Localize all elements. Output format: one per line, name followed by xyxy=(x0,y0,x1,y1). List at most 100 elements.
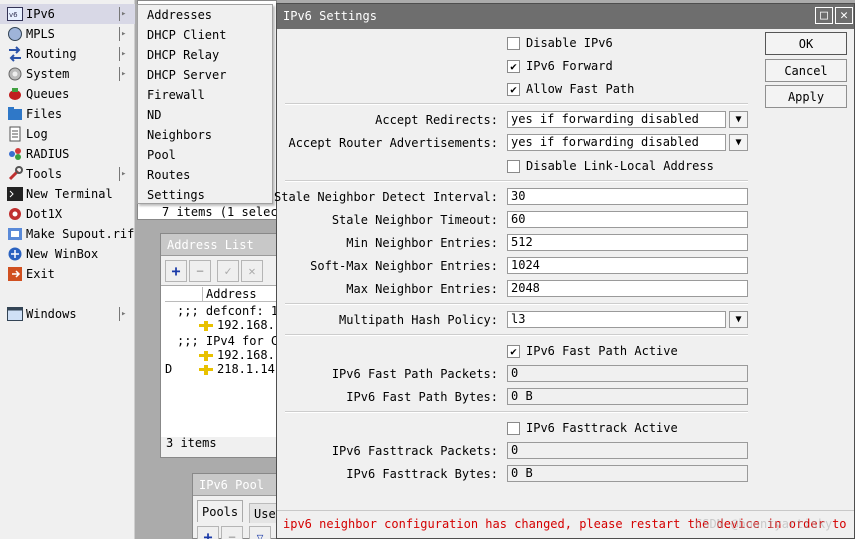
sidebar-item-new-winbox[interactable]: New WinBox xyxy=(0,244,135,264)
remove-pool-button[interactable]: − xyxy=(221,526,243,539)
ipv6-submenu: Addresses DHCP Client DHCP Relay DHCP Se… xyxy=(137,4,273,204)
submenu-item-nd[interactable]: ND xyxy=(138,105,272,125)
submenu-item-neighbors[interactable]: Neighbors xyxy=(138,125,272,145)
disable-ipv6-label: Disable IPv6 xyxy=(526,36,613,50)
submenu-item-dhcp-relay[interactable]: DHCP Relay xyxy=(138,45,272,65)
submenu-item-addresses[interactable]: Addresses xyxy=(138,5,272,25)
add-button[interactable]: + xyxy=(165,260,187,282)
disable-ipv6-checkbox[interactable]: Disable IPv6 xyxy=(507,36,613,50)
sidebar-item-label: MPLS xyxy=(26,27,55,41)
minus-icon: − xyxy=(196,264,204,278)
column-header-address: Address xyxy=(202,287,257,301)
sidebar-item-label: Queues xyxy=(26,87,70,101)
cross-icon: ✕ xyxy=(248,264,256,278)
minus-icon: − xyxy=(228,530,236,539)
restore-window-button[interactable]: □ xyxy=(815,7,833,24)
table-row[interactable]: ;;; IPv4 for C xyxy=(165,334,278,348)
fasttrack-packets-value: 0 xyxy=(507,442,748,459)
apply-button[interactable]: Apply xyxy=(765,85,847,108)
submenu-arrow-icon: ▸ xyxy=(119,307,127,321)
sidebar-item-files[interactable]: Files xyxy=(0,104,135,124)
status-divider xyxy=(277,510,854,511)
item-count-text: 7 items (1 selec xyxy=(162,205,278,219)
sidebar-item-windows[interactable]: Windows ▸ xyxy=(0,304,135,324)
sidebar-item-ipv6[interactable]: v6 IPv6 ▸ xyxy=(0,4,135,24)
dropdown-arrow-icon: ▼ xyxy=(735,313,742,325)
submenu-arrow-icon: ▸ xyxy=(119,167,127,181)
accept-redirects-label: Accept Redirects: xyxy=(375,113,498,127)
sidebar-item-new-terminal[interactable]: New Terminal xyxy=(0,184,135,204)
sidebar-item-log[interactable]: Log xyxy=(0,124,135,144)
sidebar-item-radius[interactable]: RADIUS xyxy=(0,144,135,164)
ipv6-forward-checkbox[interactable]: ✔ IPv6 Forward xyxy=(507,59,613,73)
submenu-item-pool[interactable]: Pool xyxy=(138,145,272,165)
plus-icon: + xyxy=(203,527,213,539)
sidebar-item-label: Exit xyxy=(26,267,55,281)
softmax-entries-label: Soft-Max Neighbor Entries: xyxy=(310,259,498,273)
close-icon: ✕ xyxy=(840,8,848,23)
system-gear-icon xyxy=(6,66,24,82)
submenu-item-dhcp-server[interactable]: DHCP Server xyxy=(138,65,272,85)
restore-icon: □ xyxy=(820,8,828,23)
table-row[interactable]: 192.168. xyxy=(165,348,275,362)
cancel-button[interactable]: Cancel xyxy=(765,59,847,82)
fasttrack-active-checkbox: IPv6 Fasttrack Active xyxy=(507,421,678,435)
supout-icon xyxy=(6,226,24,242)
dropdown-arrow-icon: ▼ xyxy=(735,136,742,148)
address-pin-icon xyxy=(199,350,213,361)
sidebar-item-exit[interactable]: Exit xyxy=(0,264,135,284)
sidebar-item-mpls[interactable]: MPLS ▸ xyxy=(0,24,135,44)
disable-button[interactable]: ✕ xyxy=(241,260,263,282)
close-window-button[interactable]: ✕ xyxy=(835,7,853,24)
enable-button[interactable]: ✓ xyxy=(217,260,239,282)
tab-pools[interactable]: Pools xyxy=(197,500,244,522)
fastpath-packets-value: 0 xyxy=(507,365,748,382)
checkbox-box xyxy=(507,159,520,173)
min-entries-input[interactable]: 512 xyxy=(507,234,748,251)
accept-redirects-select[interactable]: yes if forwarding disabled xyxy=(507,111,726,128)
sidebar-item-queues[interactable]: Queues xyxy=(0,84,135,104)
row-text: 218.1.14 xyxy=(217,362,275,376)
accept-ra-select[interactable]: yes if forwarding disabled xyxy=(507,134,726,151)
stale-timeout-input[interactable]: 60 xyxy=(507,211,748,228)
sidebar-item-routing[interactable]: Routing ▸ xyxy=(0,44,135,64)
submenu-item-routes[interactable]: Routes xyxy=(138,165,272,185)
checkmark-icon: ✔ xyxy=(507,59,520,73)
add-pool-button[interactable]: + xyxy=(197,526,219,539)
multipath-dropdown-button[interactable]: ▼ xyxy=(729,311,748,328)
allow-fast-path-checkbox[interactable]: ✔ Allow Fast Path xyxy=(507,82,634,96)
accept-redirects-dropdown-button[interactable]: ▼ xyxy=(729,111,748,128)
sidebar-item-label: Dot1X xyxy=(26,207,63,221)
table-row[interactable]: D 218.1.14 xyxy=(165,362,275,376)
main-menu-sidebar: v6 IPv6 ▸ MPLS ▸ Routing ▸ System ▸ Queu… xyxy=(0,0,135,539)
table-row[interactable]: 192.168. xyxy=(165,318,275,332)
accept-ra-dropdown-button[interactable]: ▼ xyxy=(729,134,748,151)
submenu-item-dhcp-client[interactable]: DHCP Client xyxy=(138,25,272,45)
ok-button[interactable]: OK xyxy=(765,32,847,55)
stale-detect-input[interactable]: 30 xyxy=(507,188,748,205)
table-row[interactable]: ;;; defconf: 1 xyxy=(165,304,278,318)
sidebar-item-label: IPv6 xyxy=(26,7,55,21)
accept-ra-label: Accept Router Advertisements: xyxy=(288,136,498,150)
multipath-label: Multipath Hash Policy: xyxy=(339,313,498,327)
svg-text:v6: v6 xyxy=(9,11,18,19)
sidebar-item-label: Tools xyxy=(26,167,63,181)
address-list-title: Address List xyxy=(161,234,276,256)
dot1x-icon xyxy=(6,206,24,222)
remove-button[interactable]: − xyxy=(189,260,211,282)
disable-link-local-checkbox[interactable]: Disable Link-Local Address xyxy=(507,159,714,173)
sidebar-item-tools[interactable]: Tools ▸ xyxy=(0,164,135,184)
sidebar-item-make-supout[interactable]: Make Supout.rif xyxy=(0,224,135,244)
sidebar-item-label: New Terminal xyxy=(26,187,113,201)
sidebar-item-dot1x[interactable]: Dot1X xyxy=(0,204,135,224)
sidebar-item-label: System xyxy=(26,67,70,81)
submenu-item-firewall[interactable]: Firewall xyxy=(138,85,272,105)
multipath-select[interactable]: l3 xyxy=(507,311,726,328)
softmax-entries-input[interactable]: 1024 xyxy=(507,257,748,274)
max-entries-input[interactable]: 2048 xyxy=(507,280,748,297)
sidebar-item-label: Make Supout.rif xyxy=(26,227,135,241)
filter-button[interactable]: ▽ xyxy=(249,526,271,539)
sidebar-item-system[interactable]: System ▸ xyxy=(0,64,135,84)
submenu-item-settings[interactable]: Settings xyxy=(138,185,272,205)
terminal-icon xyxy=(6,186,24,202)
